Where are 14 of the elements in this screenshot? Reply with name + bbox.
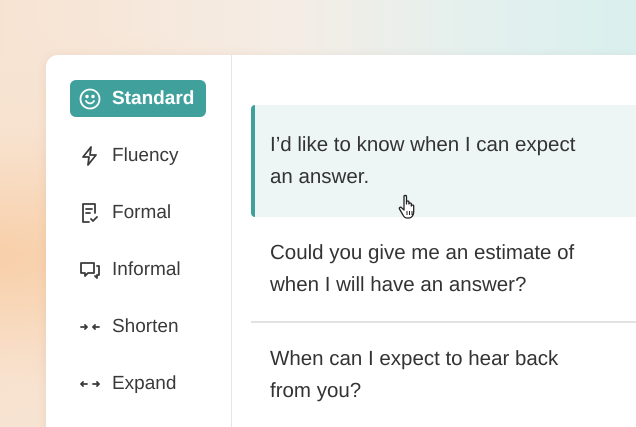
smiley-icon — [78, 86, 102, 110]
mode-button[interactable]: Informal — [70, 251, 189, 288]
arrows-outward-icon — [80, 380, 100, 386]
suggestion-item[interactable]: When can I expect to hear back from you? — [251, 323, 636, 427]
suggestion-item[interactable]: I’d like to know when I can expect an answer. — [251, 105, 636, 217]
mode-button[interactable]: Fluency — [70, 137, 187, 174]
mode-button[interactable]: Formal — [70, 194, 180, 231]
mode-button[interactable]: Shorten — [70, 308, 187, 345]
suggestion-text: When can I expect to hear back from you? — [270, 346, 560, 404]
suggestion-text: I’d like to know when I can expect an answer. — [270, 132, 576, 190]
suggestion-item[interactable]: Could you give me an estimate of when I will have an answer? — [251, 217, 636, 321]
mode-button[interactable]: Expand — [70, 365, 184, 402]
suggestion-text: Could you give me an estimate of when I will have an answer? — [270, 240, 576, 298]
arrows-inward-icon — [80, 324, 100, 330]
